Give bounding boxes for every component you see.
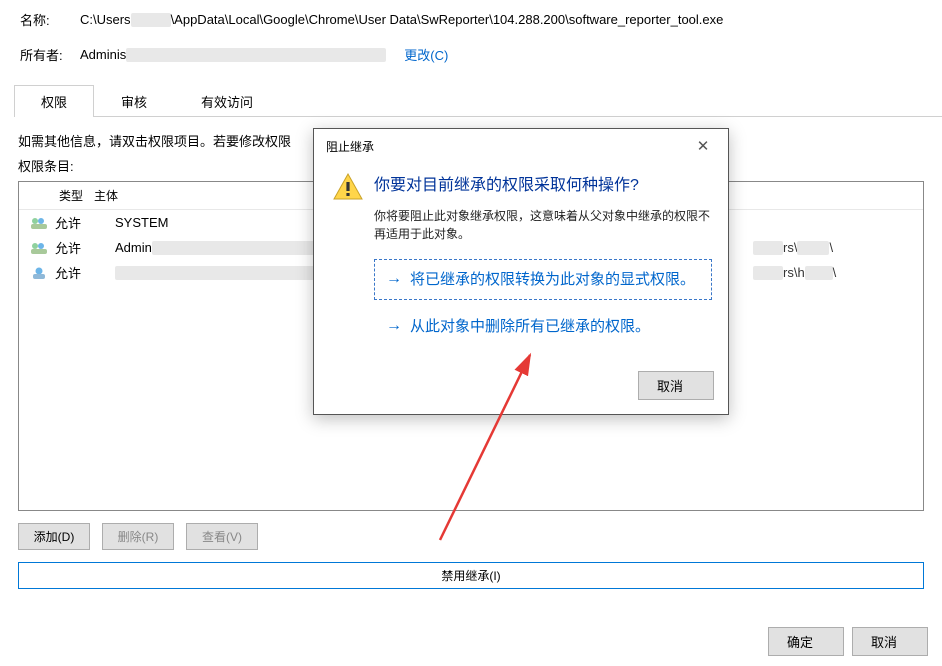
allow-label: 允许 [55, 263, 115, 282]
add-button[interactable]: 添加(D) [18, 523, 90, 550]
owner-label: 所有者: [20, 45, 80, 64]
inherit-path: rs\h\ [753, 265, 913, 281]
modal-text: 你将要阻止此对象继承权限，这意味着从父对象中继承的权限不再适用于此对象。 [374, 207, 712, 243]
blur-segment [797, 241, 829, 255]
blur-segment [753, 266, 783, 280]
blur-segment [805, 266, 833, 280]
warning-icon [328, 171, 368, 353]
convert-permissions-option[interactable]: → 将已继承的权限转换为此对象的显式权限。 [374, 259, 712, 300]
owner-value: Adminis [80, 47, 386, 63]
ok-button[interactable]: 确定 [768, 627, 844, 656]
arrow-icon: → [386, 316, 402, 337]
option-label: 从此对象中删除所有已继承的权限。 [410, 316, 650, 337]
change-owner-link[interactable]: 更改(C) [404, 45, 448, 64]
remove-button[interactable]: 删除(R) [102, 523, 174, 550]
button-row: 添加(D) 删除(R) 查看(V) [0, 511, 942, 550]
tabs: 权限 审核 有效访问 [14, 84, 942, 117]
block-inherit-dialog: 阻止继承 ✕ 你要对目前继承的权限采取何种操作? 你将要阻止此对象继承权限，这意… [313, 128, 729, 415]
inherit-path: rs\\ [753, 240, 913, 256]
view-button[interactable]: 查看(V) [186, 523, 258, 550]
disable-inherit-row: 禁用继承(I) [0, 550, 942, 601]
blur-segment [126, 48, 386, 62]
name-label: 名称: [20, 10, 80, 29]
name-pre: C:\Users [80, 12, 131, 27]
option-label: 将已继承的权限转换为此对象的显式权限。 [410, 269, 695, 290]
modal-footer: 取消 [314, 361, 728, 414]
blur-segment [753, 241, 783, 255]
blur-segment [115, 266, 315, 280]
modal-title: 阻止继承 [326, 138, 374, 155]
user-icon [29, 215, 49, 231]
close-icon[interactable]: ✕ [688, 137, 718, 155]
tab-permissions[interactable]: 权限 [14, 85, 94, 117]
modal-heading: 你要对目前继承的权限采取何种操作? [374, 171, 712, 195]
disable-inherit-button[interactable]: 禁用继承(I) [18, 562, 924, 589]
user-icon [29, 265, 49, 281]
allow-label: 允许 [55, 213, 115, 232]
modal-body: 你要对目前继承的权限采取何种操作? 你将要阻止此对象继承权限，这意味着从父对象中… [314, 161, 728, 361]
user-icon [29, 240, 49, 256]
name-row: 名称: C:\Users \AppData\Local\Google\Chrome… [0, 0, 942, 35]
bottom-buttons: 确定 取消 [768, 627, 928, 656]
owner-pre: Adminis [80, 47, 126, 62]
allow-label: 允许 [55, 238, 115, 257]
col-type: 类型 [29, 187, 94, 204]
remove-permissions-option[interactable]: → 从此对象中删除所有已继承的权限。 [374, 306, 712, 347]
modal-cancel-button[interactable]: 取消 [638, 371, 714, 400]
tab-audit[interactable]: 审核 [94, 85, 174, 117]
modal-titlebar: 阻止继承 ✕ [314, 129, 728, 161]
name-value: C:\Users \AppData\Local\Google\Chrome\Use… [80, 12, 723, 28]
name-post: \AppData\Local\Google\Chrome\User Data\S… [171, 12, 724, 27]
arrow-icon: → [386, 269, 402, 290]
tab-effective[interactable]: 有效访问 [174, 85, 280, 117]
modal-content: 你要对目前继承的权限采取何种操作? 你将要阻止此对象继承权限，这意味着从父对象中… [368, 171, 712, 353]
cancel-button[interactable]: 取消 [852, 627, 928, 656]
owner-row: 所有者: Adminis 更改(C) [0, 35, 942, 70]
blur-segment [131, 13, 171, 27]
